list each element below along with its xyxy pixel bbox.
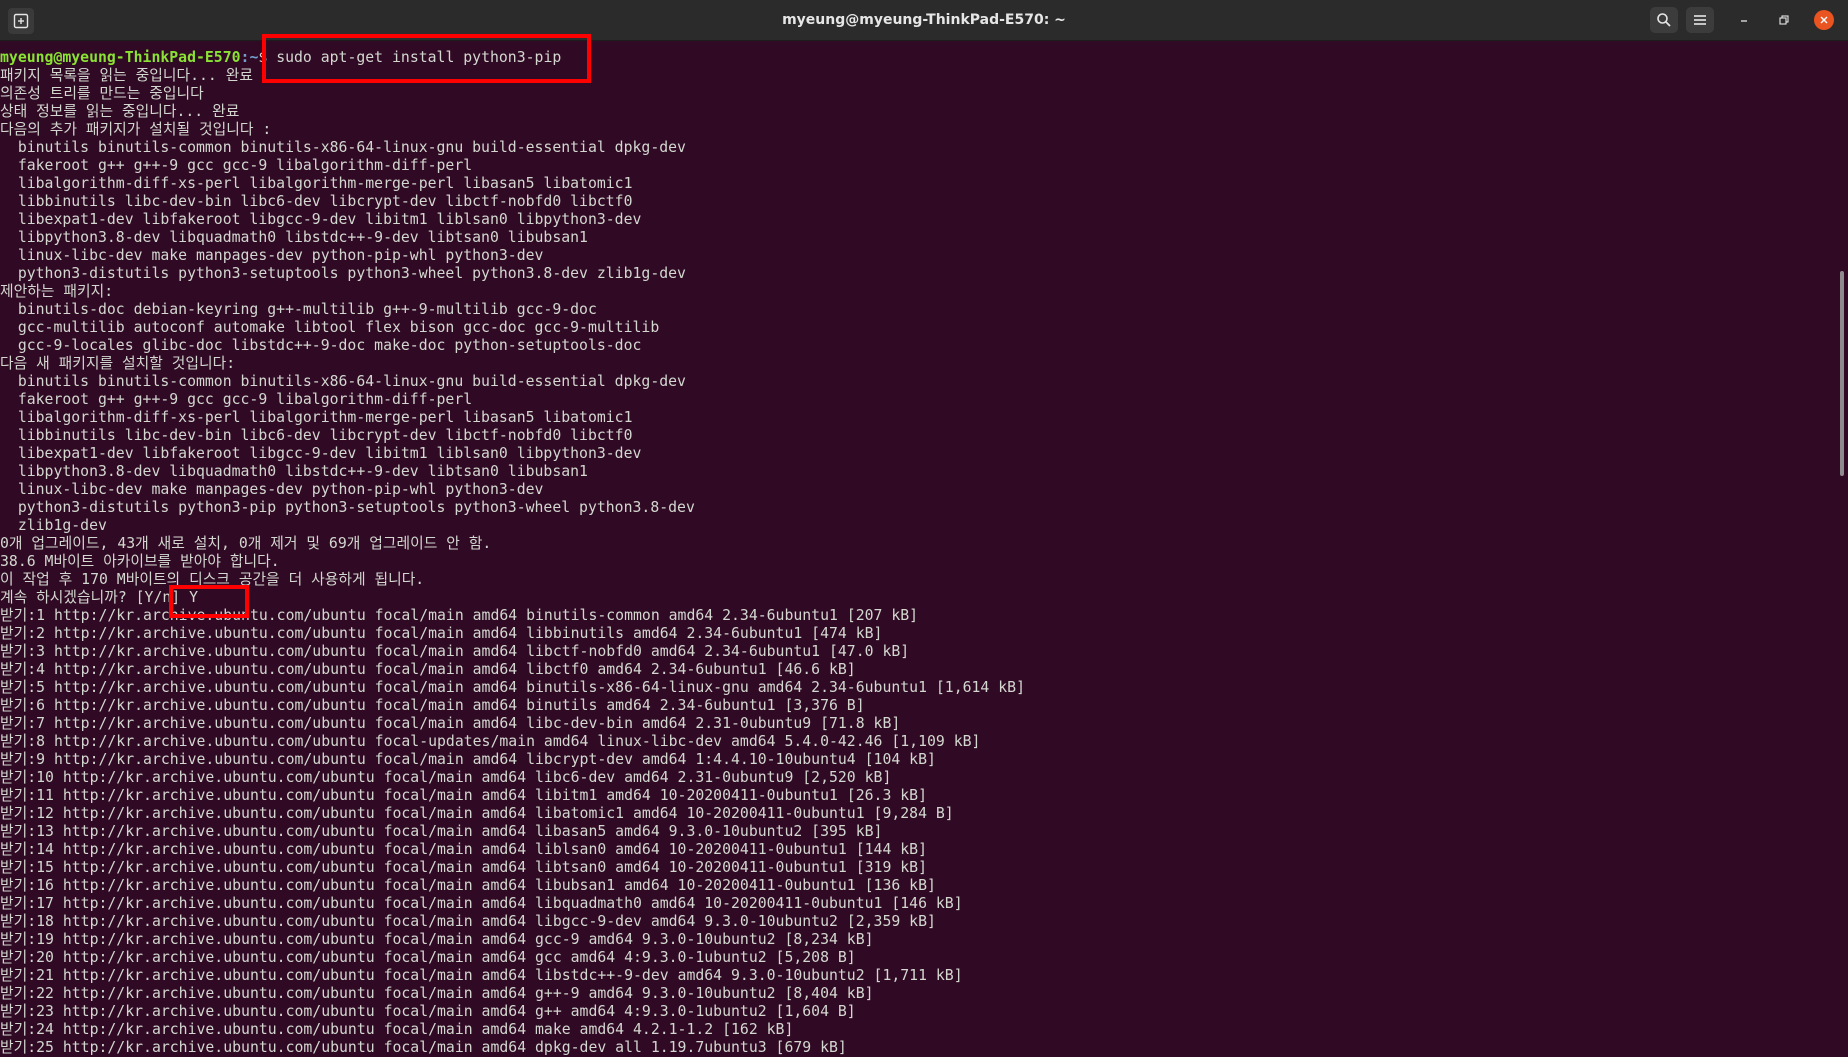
output-line: 받기:18 http://kr.archive.ubuntu.com/ubunt… bbox=[0, 913, 936, 930]
output-line: libbinutils libc-dev-bin libc6-dev libcr… bbox=[0, 193, 633, 210]
output-line: 다음의 추가 패키지가 설치될 것입니다 : bbox=[0, 121, 272, 138]
output-line: libbinutils libc-dev-bin libc6-dev libcr… bbox=[0, 427, 633, 444]
output-line: libalgorithm-diff-xs-perl libalgorithm-m… bbox=[0, 409, 633, 426]
output-line: 받기:12 http://kr.archive.ubuntu.com/ubunt… bbox=[0, 805, 954, 822]
output-line: 받기:6 http://kr.archive.ubuntu.com/ubuntu… bbox=[0, 697, 865, 714]
output-line: fakeroot g++ g++-9 gcc gcc-9 libalgorith… bbox=[0, 157, 473, 174]
output-line: 받기:13 http://kr.archive.ubuntu.com/ubunt… bbox=[0, 823, 883, 840]
output-line: python3-distutils python3-setuptools pyt… bbox=[0, 265, 686, 282]
output-line: 받기:1 http://kr.archive.ubuntu.com/ubuntu… bbox=[0, 607, 919, 624]
output-line: 0개 업그레이드, 43개 새로 설치, 0개 제거 및 69개 업그레이드 안… bbox=[0, 535, 492, 552]
output-line: 받기:10 http://kr.archive.ubuntu.com/ubunt… bbox=[0, 769, 892, 786]
maximize-button[interactable] bbox=[1774, 10, 1794, 30]
search-icon bbox=[1657, 13, 1671, 27]
maximize-icon bbox=[1779, 15, 1789, 25]
output-line: libpython3.8-dev libquadmath0 libstdc++-… bbox=[0, 463, 588, 480]
output-line: binutils binutils-common binutils-x86-64… bbox=[0, 139, 686, 156]
output-line: 받기:2 http://kr.archive.ubuntu.com/ubuntu… bbox=[0, 625, 883, 642]
output-line: binutils binutils-common binutils-x86-64… bbox=[0, 373, 686, 390]
output-line: 받기:25 http://kr.archive.ubuntu.com/ubunt… bbox=[0, 1039, 847, 1056]
output-line: gcc-9-locales glibc-doc libstdc++-9-doc … bbox=[0, 337, 642, 354]
output-line: 받기:21 http://kr.archive.ubuntu.com/ubunt… bbox=[0, 967, 963, 984]
output-line: binutils-doc debian-keyring g++-multilib… bbox=[0, 301, 597, 318]
output-line: 받기:7 http://kr.archive.ubuntu.com/ubuntu… bbox=[0, 715, 901, 732]
hamburger-menu-icon bbox=[1694, 15, 1706, 25]
output-line: zlib1g-dev bbox=[0, 517, 107, 534]
output-line: 받기:22 http://kr.archive.ubuntu.com/ubunt… bbox=[0, 985, 874, 1002]
search-button[interactable] bbox=[1650, 7, 1678, 33]
output-line: fakeroot g++ g++-9 gcc gcc-9 libalgorith… bbox=[0, 391, 473, 408]
output-line: 받기:17 http://kr.archive.ubuntu.com/ubunt… bbox=[0, 895, 963, 912]
output-line: 의존성 트리를 만드는 중입니다 bbox=[0, 85, 204, 102]
minimize-button[interactable] bbox=[1734, 10, 1754, 30]
command-highlight-box bbox=[262, 34, 591, 83]
output-line: libpython3.8-dev libquadmath0 libstdc++-… bbox=[0, 229, 588, 246]
output-line: 받기:15 http://kr.archive.ubuntu.com/ubunt… bbox=[0, 859, 927, 876]
output-line: 받기:16 http://kr.archive.ubuntu.com/ubunt… bbox=[0, 877, 936, 894]
confirm-highlight-box bbox=[169, 585, 249, 618]
output-line: gcc-multilib autoconf automake libtool f… bbox=[0, 319, 660, 336]
output-line: 받기:11 http://kr.archive.ubuntu.com/ubunt… bbox=[0, 787, 927, 804]
output-line: libexpat1-dev libfakeroot libgcc-9-dev l… bbox=[0, 211, 642, 228]
scrollbar-thumb[interactable] bbox=[1840, 271, 1844, 476]
output-line: 38.6 M바이트 아카이브를 받아야 합니다. bbox=[0, 553, 280, 570]
output-line: 상태 정보를 읽는 중입니다... 완료 bbox=[0, 103, 240, 120]
output-line: 받기:20 http://kr.archive.ubuntu.com/ubunt… bbox=[0, 949, 856, 966]
output-line: 이 작업 후 170 M바이트의 디스크 공간을 더 사용하게 됩니다. bbox=[0, 571, 425, 588]
output-line: libalgorithm-diff-xs-perl libalgorithm-m… bbox=[0, 175, 633, 192]
output-line: 받기:23 http://kr.archive.ubuntu.com/ubunt… bbox=[0, 1003, 856, 1020]
output-line: linux-libc-dev make manpages-dev python-… bbox=[0, 481, 544, 498]
output-line: libexpat1-dev libfakeroot libgcc-9-dev l… bbox=[0, 445, 642, 462]
output-line: 받기:4 http://kr.archive.ubuntu.com/ubuntu… bbox=[0, 661, 856, 678]
output-line: python3-distutils python3-pip python3-se… bbox=[0, 499, 695, 516]
output-lines: 패키지 목록을 읽는 중입니다... 완료 의존성 트리를 만드는 중입니다 상태 … bbox=[0, 67, 1836, 1057]
output-line: 받기:24 http://kr.archive.ubuntu.com/ubunt… bbox=[0, 1021, 794, 1038]
close-button[interactable] bbox=[1814, 10, 1834, 30]
minimize-icon bbox=[1741, 20, 1747, 22]
output-line: 받기:5 http://kr.archive.ubuntu.com/ubuntu… bbox=[0, 679, 1025, 696]
prompt-path: :~ bbox=[240, 49, 259, 66]
output-line: 받기:8 http://kr.archive.ubuntu.com/ubuntu… bbox=[0, 733, 981, 750]
close-icon bbox=[1820, 16, 1828, 24]
scrollbar[interactable] bbox=[1836, 41, 1848, 1053]
terminal-output[interactable]: myeung@myeung-ThinkPad-E570:~$ sudo apt-… bbox=[0, 49, 1836, 1057]
output-line: linux-libc-dev make manpages-dev python-… bbox=[0, 247, 544, 264]
output-line: 계속 하시겠습니까? [Y/n] Y bbox=[0, 589, 198, 606]
output-line: 다음 새 패키지를 설치할 것입니다: bbox=[0, 355, 236, 372]
prompt-user-host: myeung@myeung-ThinkPad-E570 bbox=[0, 49, 241, 66]
output-line: 받기:3 http://kr.archive.ubuntu.com/ubuntu… bbox=[0, 643, 910, 660]
output-line: 받기:19 http://kr.archive.ubuntu.com/ubunt… bbox=[0, 931, 874, 948]
output-line: 받기:14 http://kr.archive.ubuntu.com/ubunt… bbox=[0, 841, 927, 858]
output-line: 받기:9 http://kr.archive.ubuntu.com/ubuntu… bbox=[0, 751, 936, 768]
menu-button[interactable] bbox=[1686, 7, 1714, 33]
output-line: 제안하는 패키지: bbox=[0, 283, 114, 300]
